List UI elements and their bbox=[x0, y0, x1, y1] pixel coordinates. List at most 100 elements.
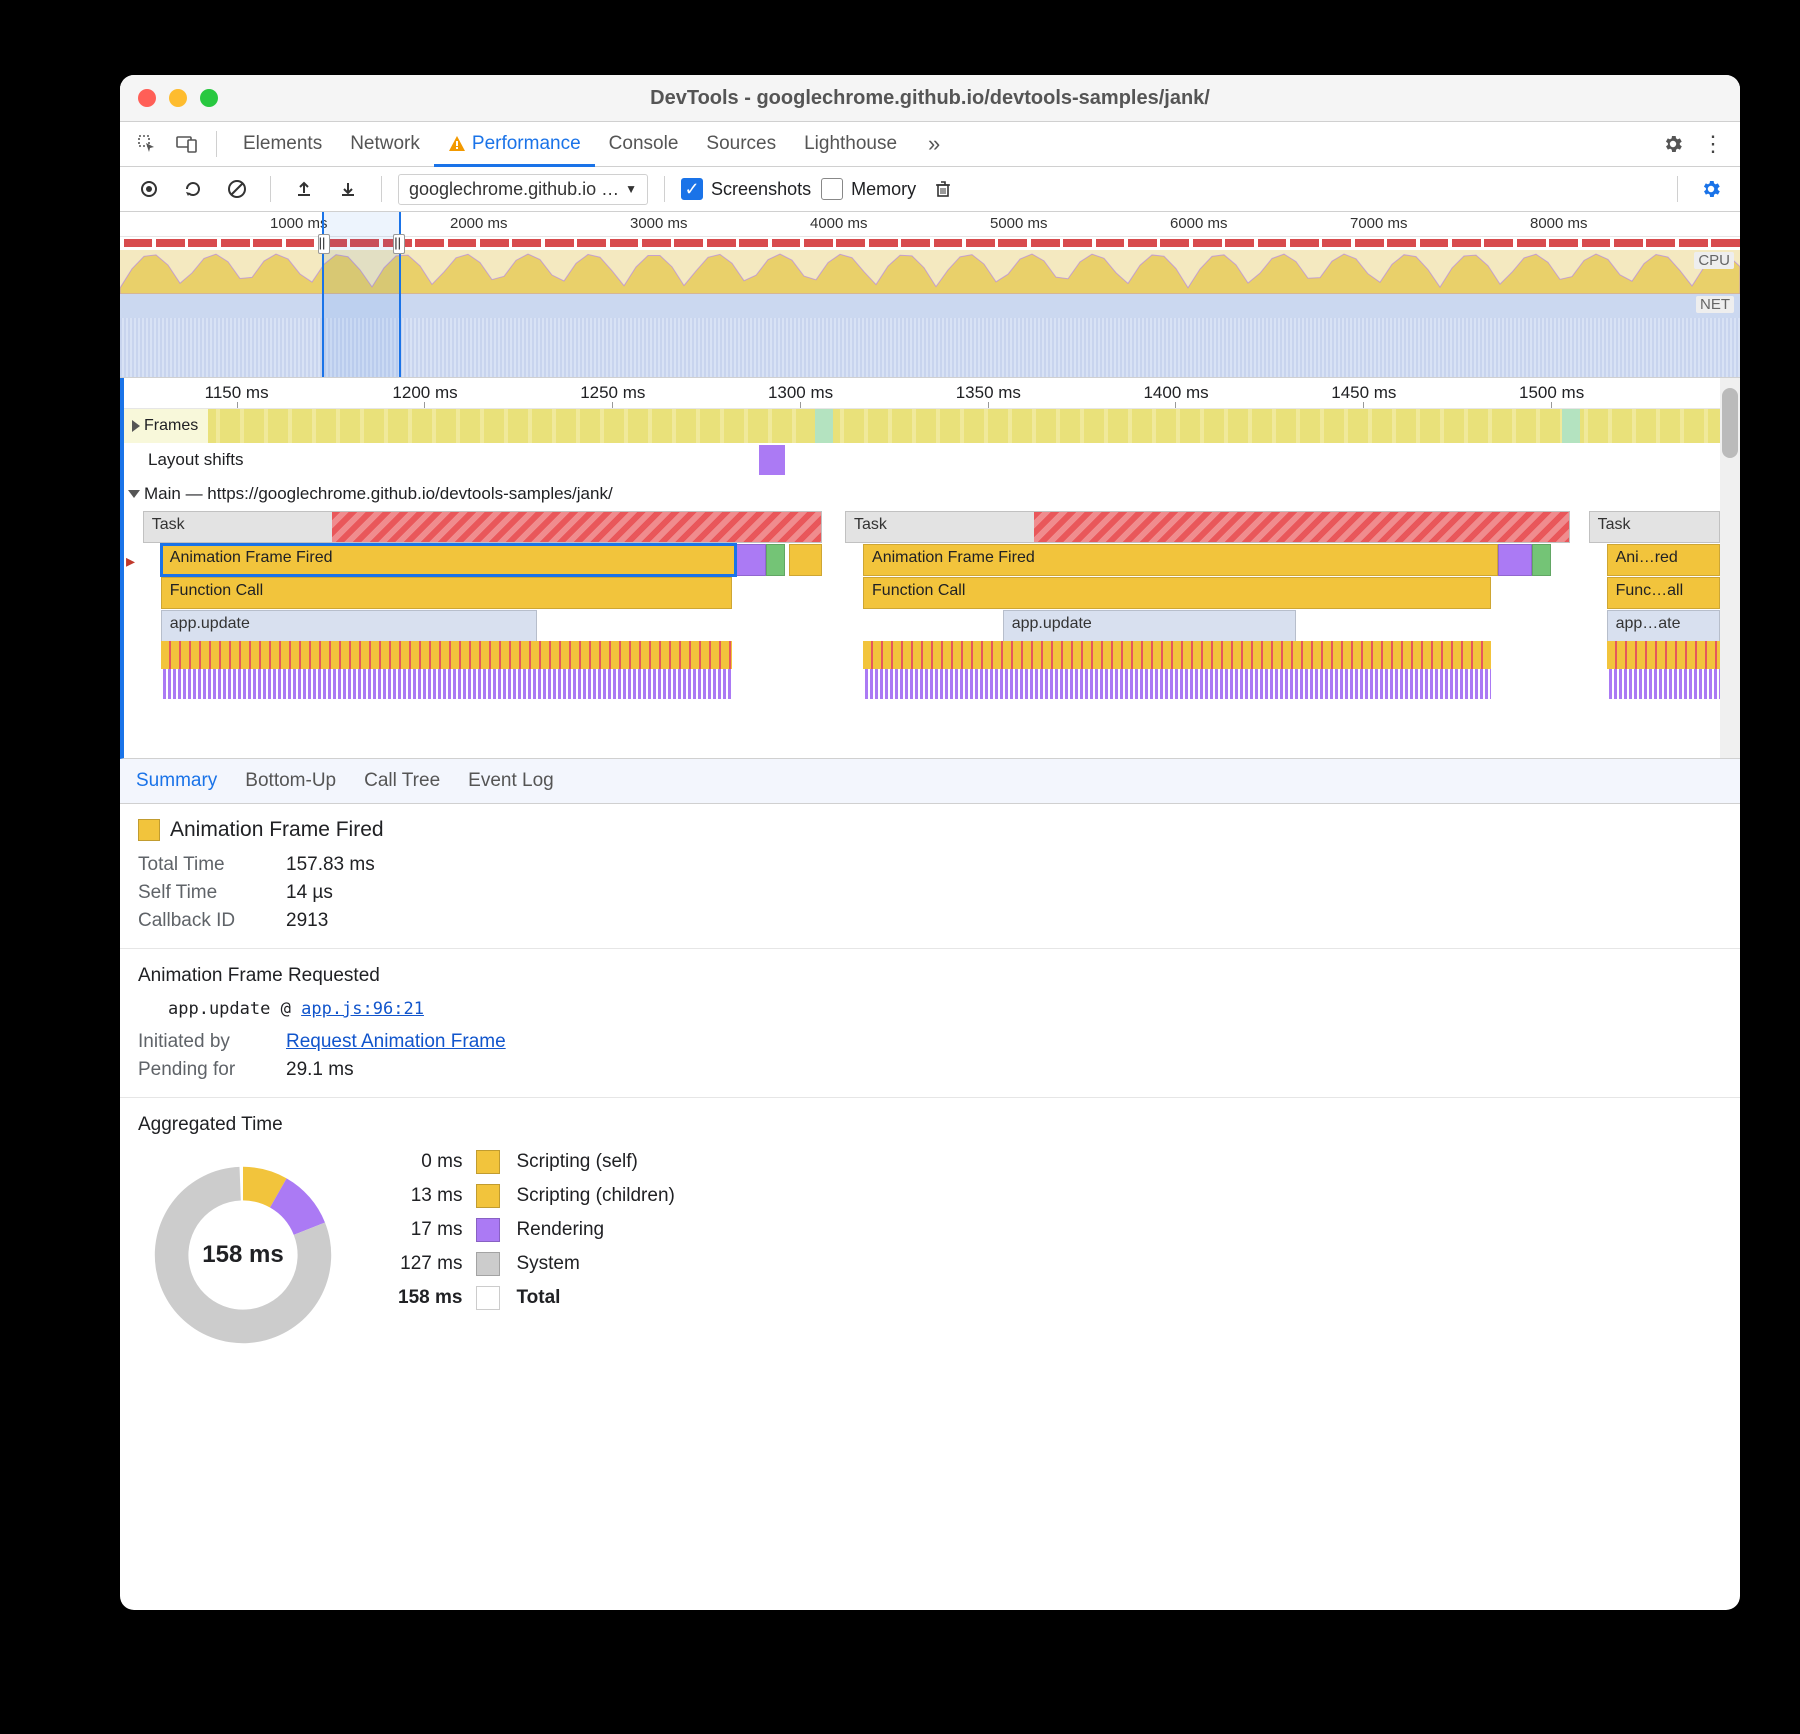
legend-value: 158 ms bbox=[398, 1287, 462, 1309]
flame-au[interactable]: app.update bbox=[1003, 610, 1296, 642]
details-tab-event-log[interactable]: Event Log bbox=[468, 770, 554, 792]
frames-track[interactable]: Frames bbox=[124, 409, 1740, 443]
devtools-window: DevTools - googlechrome.github.io/devtoo… bbox=[120, 75, 1740, 1610]
flame-task[interactable]: Task bbox=[845, 511, 1570, 543]
expand-icon[interactable] bbox=[132, 420, 140, 432]
reload-record-button[interactable] bbox=[176, 172, 210, 206]
clear-button[interactable] bbox=[220, 172, 254, 206]
legend-swatch bbox=[476, 1286, 500, 1310]
flame-fc[interactable]: Function Call bbox=[863, 577, 1491, 609]
flame-micro[interactable] bbox=[863, 641, 1491, 701]
details-tab-bottom-up[interactable]: Bottom-Up bbox=[245, 770, 336, 792]
inspect-element-icon[interactable] bbox=[130, 127, 164, 161]
main-thread-tracks[interactable]: ▸ TaskAnimation Frame FiredFunction Call… bbox=[124, 511, 1740, 711]
settings-icon[interactable] bbox=[1656, 127, 1690, 161]
main-thread-label: Main — https://googlechrome.github.io/de… bbox=[144, 484, 613, 504]
flame-au[interactable]: app.update bbox=[161, 610, 537, 642]
capture-settings-icon[interactable] bbox=[1694, 172, 1728, 206]
flame-aff[interactable]: Animation Frame Fired bbox=[863, 544, 1498, 576]
tab-sources[interactable]: Sources bbox=[692, 122, 790, 166]
flame-aff[interactable]: Ani…red bbox=[1607, 544, 1720, 576]
kebab-menu-icon[interactable]: ⋮ bbox=[1696, 127, 1730, 161]
profile-selector[interactable]: googlechrome.github.io …▼ bbox=[398, 174, 648, 205]
flame-scrollbar[interactable] bbox=[1720, 378, 1740, 758]
flame-ruler: 1150 ms1200 ms1250 ms1300 ms1350 ms1400 … bbox=[124, 378, 1740, 409]
legend-swatch bbox=[476, 1184, 500, 1208]
flame-task[interactable]: Task bbox=[1589, 511, 1720, 543]
event-color-swatch bbox=[138, 819, 160, 841]
legend-value: 127 ms bbox=[398, 1253, 462, 1275]
flame-micro[interactable] bbox=[1607, 641, 1720, 701]
tab-lighthouse[interactable]: Lighthouse bbox=[790, 122, 911, 166]
tab-console[interactable]: Console bbox=[595, 122, 693, 166]
flame-au[interactable]: app…ate bbox=[1607, 610, 1720, 642]
minimize-icon[interactable] bbox=[169, 89, 187, 107]
main-thread-header[interactable]: Main — https://googlechrome.github.io/de… bbox=[124, 477, 1740, 511]
checkbox-icon bbox=[821, 178, 843, 200]
legend-label: Rendering bbox=[516, 1219, 674, 1241]
details-tabbar: Summary Bottom-Up Call Tree Event Log bbox=[120, 759, 1740, 804]
legend-swatch bbox=[476, 1150, 500, 1174]
flame-trailing[interactable] bbox=[766, 544, 785, 576]
total-time-value: 157.83 ms bbox=[286, 854, 375, 876]
pending-for-value: 29.1 ms bbox=[286, 1059, 354, 1081]
net-label: NET bbox=[1696, 296, 1734, 313]
pending-for-label: Pending for bbox=[138, 1059, 268, 1081]
scrollbar-thumb[interactable] bbox=[1722, 388, 1738, 458]
legend-label: Scripting (children) bbox=[516, 1185, 674, 1207]
warning-icon bbox=[448, 135, 466, 153]
legend-label: Total bbox=[516, 1287, 674, 1309]
flame-fc[interactable]: Function Call bbox=[161, 577, 733, 609]
screenshots-checkbox[interactable]: ✓Screenshots bbox=[681, 178, 811, 200]
close-icon[interactable] bbox=[138, 89, 156, 107]
window-title: DevTools - googlechrome.github.io/devtoo… bbox=[120, 87, 1740, 110]
tab-elements[interactable]: Elements bbox=[229, 122, 336, 166]
initiated-by-link[interactable]: Request Animation Frame bbox=[286, 1031, 506, 1053]
upload-profile-icon[interactable] bbox=[287, 172, 321, 206]
flame-trailing[interactable] bbox=[1498, 544, 1532, 576]
tab-network[interactable]: Network bbox=[336, 122, 434, 166]
legend-swatch bbox=[476, 1252, 500, 1276]
expand-icon[interactable] bbox=[128, 490, 140, 498]
total-time-label: Total Time bbox=[138, 854, 268, 876]
layout-shifts-label: Layout shifts bbox=[148, 450, 243, 470]
layout-shifts-track[interactable]: Layout shifts bbox=[124, 443, 1740, 477]
gc-icon[interactable] bbox=[926, 172, 960, 206]
details-tab-call-tree[interactable]: Call Tree bbox=[364, 770, 440, 792]
download-profile-icon[interactable] bbox=[331, 172, 365, 206]
flame-trailing[interactable] bbox=[736, 544, 766, 576]
aggregated-legend: 0 msScripting (self)13 msScripting (chil… bbox=[398, 1150, 675, 1310]
details-tab-summary[interactable]: Summary bbox=[136, 770, 217, 792]
stack-fn: app.update bbox=[168, 999, 270, 1019]
callback-id-label: Callback ID bbox=[138, 910, 268, 932]
record-button[interactable] bbox=[132, 172, 166, 206]
legend-label: System bbox=[516, 1253, 674, 1275]
more-tabs-icon[interactable]: » bbox=[917, 127, 951, 161]
flame-fc[interactable]: Func…all bbox=[1607, 577, 1720, 609]
panel-tabbar: ElementsNetworkPerformanceConsoleSources… bbox=[120, 122, 1740, 167]
overview-strip[interactable]: 1000 ms2000 ms3000 ms4000 ms5000 ms6000 … bbox=[120, 212, 1740, 378]
titlebar: DevTools - googlechrome.github.io/devtoo… bbox=[120, 75, 1740, 122]
self-time-value: 14 µs bbox=[286, 882, 333, 904]
flame-task[interactable]: Task bbox=[143, 511, 823, 543]
flame-trailing[interactable] bbox=[1532, 544, 1551, 576]
stack-location-link[interactable]: app.js:96:21 bbox=[301, 999, 424, 1019]
legend-value: 17 ms bbox=[398, 1219, 462, 1241]
device-toolbar-icon[interactable] bbox=[170, 127, 204, 161]
selection-handle-left[interactable]: || bbox=[318, 234, 330, 254]
flame-trailing[interactable] bbox=[789, 544, 823, 576]
tab-performance[interactable]: Performance bbox=[434, 122, 595, 166]
selection-arrow-icon: ▸ bbox=[126, 551, 135, 572]
zoom-icon[interactable] bbox=[200, 89, 218, 107]
donut-center: 158 ms bbox=[138, 1150, 348, 1360]
flame-micro[interactable] bbox=[161, 641, 733, 701]
selection-handle-right[interactable]: || bbox=[393, 234, 405, 254]
callback-id-value: 2913 bbox=[286, 910, 328, 932]
overview-selection[interactable]: || || bbox=[322, 212, 402, 377]
aggregated-header: Aggregated Time bbox=[138, 1114, 1722, 1136]
layout-shift-segment[interactable] bbox=[759, 445, 785, 475]
legend-swatch bbox=[476, 1218, 500, 1242]
flame-aff sel[interactable]: Animation Frame Fired bbox=[161, 544, 736, 576]
flame-chart[interactable]: 1150 ms1200 ms1250 ms1300 ms1350 ms1400 … bbox=[120, 378, 1740, 759]
memory-checkbox[interactable]: Memory bbox=[821, 178, 916, 200]
